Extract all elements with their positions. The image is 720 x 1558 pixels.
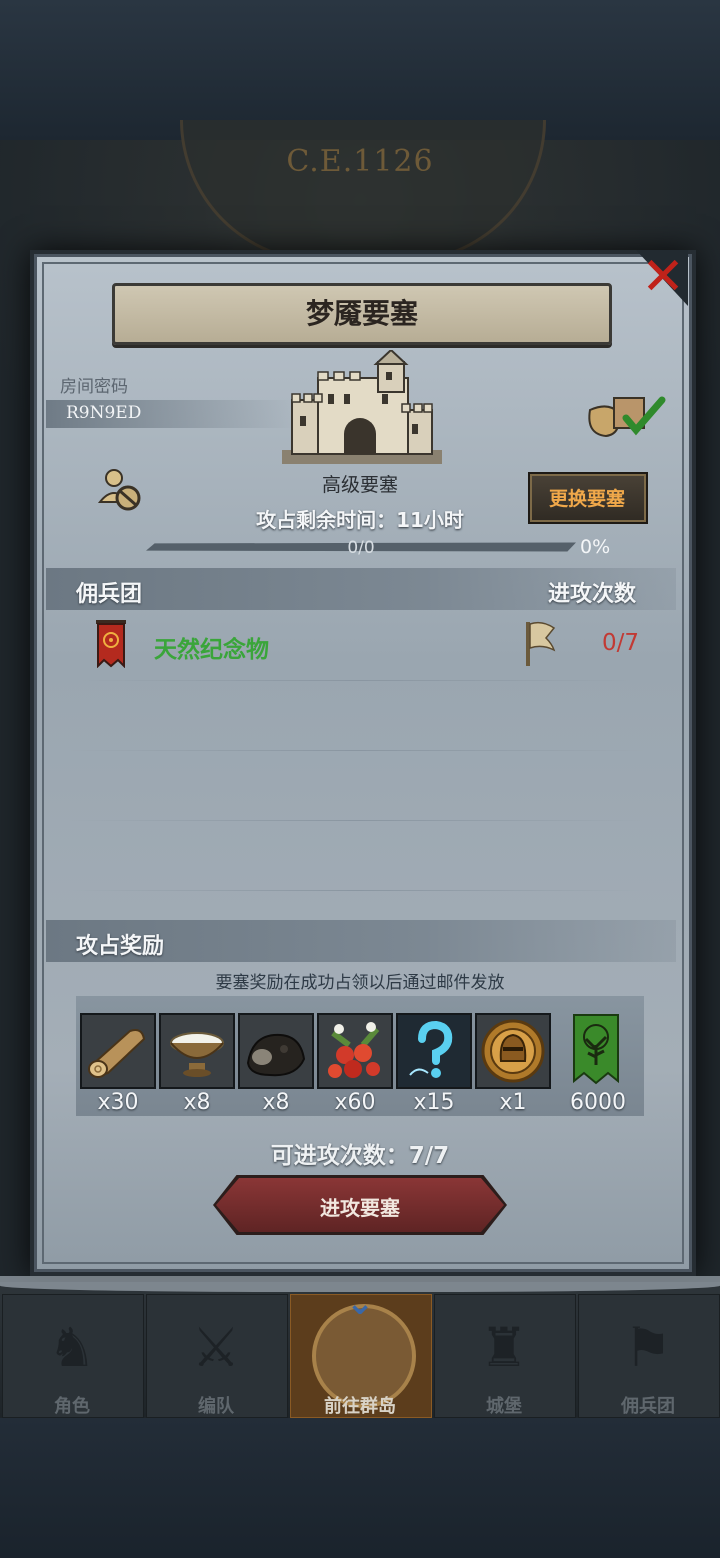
reward-count: x8	[183, 1090, 211, 1115]
dialog-title: 梦魇要塞	[305, 297, 418, 330]
wood-log-icon[interactable]	[80, 1013, 156, 1089]
bottom-backdrop	[0, 1418, 720, 1558]
attack-count-header: 进攻次数	[548, 582, 637, 607]
era-label: C.E.1126	[286, 144, 434, 179]
attack-fortress-label[interactable]: 进攻要塞	[216, 1192, 504, 1221]
knight-helmet-coin-icon[interactable]	[475, 1013, 551, 1089]
reward-count: x30	[97, 1090, 139, 1115]
top-backdrop	[0, 0, 720, 140]
row-divider	[68, 890, 644, 891]
mercenary-header: 佣兵团	[76, 582, 143, 607]
nav-label: 角色	[54, 1396, 90, 1417]
berries-icon[interactable]	[317, 1013, 393, 1089]
reward-count: x60	[334, 1090, 376, 1115]
row-divider	[68, 680, 644, 681]
chevron-down-icon: ⌄	[345, 1283, 375, 1323]
capture-progress-percent: 0%	[580, 536, 611, 558]
capture-time-remaining: 攻占剩余时间：11小时	[256, 508, 464, 532]
capture-progress-text: 0/0	[347, 538, 375, 558]
close-icon[interactable]: ✕	[638, 250, 688, 304]
mercenary-attack-count: 0/7	[602, 630, 640, 656]
attack-flag-icon	[526, 621, 556, 666]
reward-count: x1	[499, 1090, 527, 1115]
rewards-header: 攻占奖励	[76, 934, 165, 959]
salt-bowl-icon[interactable]	[159, 1013, 235, 1089]
mercenary-banner-icon	[96, 620, 126, 668]
castle-nav-icon: ♜	[479, 1316, 529, 1379]
attacks-available: 可进攻次数：7/7	[270, 1143, 450, 1169]
nav-label: 佣兵团	[621, 1396, 675, 1417]
nav-label: 前往群岛	[324, 1396, 396, 1417]
reward-count: x8	[262, 1090, 290, 1115]
reward-count: 6000	[570, 1090, 626, 1115]
loot-bag-check-icon[interactable]	[584, 390, 668, 440]
row-divider	[68, 820, 644, 821]
knight-icon: ♞	[47, 1316, 97, 1379]
fortress-name: 高级要塞	[321, 474, 398, 496]
room-password-value[interactable]: R9N9ED	[66, 403, 141, 423]
nav-label: 城堡	[486, 1396, 522, 1417]
nav-label: 编队	[198, 1396, 234, 1417]
castle-icon	[282, 350, 442, 464]
rewards-note: 要塞奖励在成功占领以后通过邮件发放	[215, 973, 505, 993]
mercenary-name[interactable]: 天然纪念物	[154, 630, 269, 664]
reward-count: x15	[413, 1090, 455, 1115]
row-divider	[68, 750, 644, 751]
mystery-question-icon[interactable]	[396, 1013, 472, 1089]
ore-rock-icon[interactable]	[238, 1013, 314, 1089]
user-ban-icon[interactable]	[96, 466, 144, 514]
change-fortress-label[interactable]: 更换要塞	[528, 484, 646, 511]
room-password-label: 房间密码	[60, 377, 128, 397]
guild-tree-banner-icon[interactable]	[572, 1013, 620, 1085]
mercenary-icon: ⚑	[623, 1316, 673, 1379]
formation-icon: ⚔	[191, 1316, 241, 1379]
